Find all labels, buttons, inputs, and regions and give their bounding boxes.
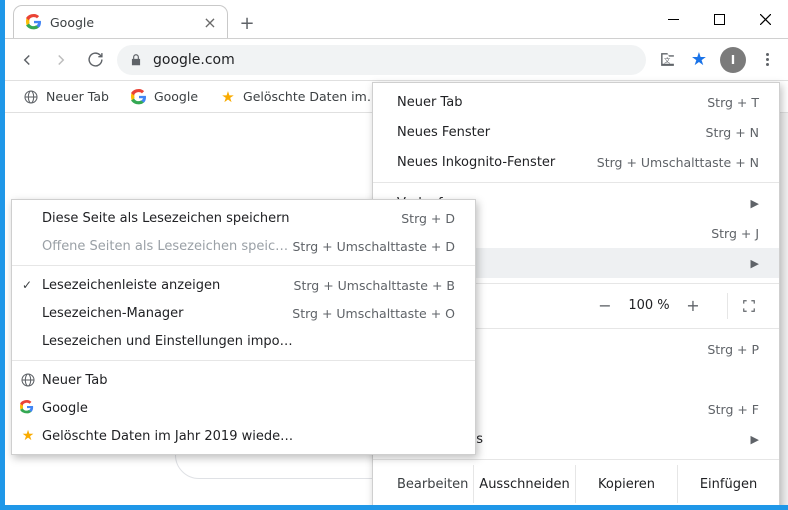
tab-strip: Google × +	[5, 0, 262, 38]
menu-edit-row: Bearbeiten Ausschneiden Kopieren Einfüge…	[373, 465, 779, 503]
star-icon: ★	[220, 89, 236, 105]
edit-cut-button[interactable]: Ausschneiden	[473, 465, 575, 503]
window-controls	[650, 0, 788, 38]
nav-reload-button[interactable]	[79, 44, 111, 76]
menu-new-incognito[interactable]: Neues Inkognito-Fenster Strg + Umschaltt…	[373, 147, 779, 177]
bookmark-label: Google	[154, 89, 198, 104]
bookmark-label: Gelöschte Daten im…	[243, 89, 379, 104]
submenu-recent-item[interactable]: Neuer Tab	[12, 366, 475, 394]
new-tab-button[interactable]: +	[232, 8, 262, 38]
submenu-recent-item[interactable]: Google	[12, 394, 475, 422]
chevron-right-icon: ▶	[751, 197, 759, 210]
zoom-value: 100 %	[623, 298, 675, 313]
profile-avatar[interactable]: I	[720, 47, 746, 73]
nav-back-button[interactable]	[11, 44, 43, 76]
window-minimize-button[interactable]	[650, 0, 696, 38]
bookmarks-submenu: Diese Seite als Lesezeichen speichern St…	[11, 199, 476, 455]
url-bar[interactable]: google.com	[117, 45, 646, 75]
svg-text:文: 文	[663, 55, 670, 64]
bookmark-label: Neuer Tab	[46, 89, 109, 104]
google-icon	[131, 89, 147, 105]
menu-new-window[interactable]: Neues Fenster Strg + N	[373, 117, 779, 147]
fullscreen-button[interactable]	[727, 293, 769, 319]
edit-label: Bearbeiten	[373, 465, 473, 503]
zoom-out-button[interactable]: −	[587, 296, 623, 315]
bookmark-item[interactable]: Google	[121, 85, 208, 109]
main-menu-button[interactable]	[752, 45, 782, 75]
check-icon: ✓	[20, 278, 34, 292]
lock-icon	[129, 53, 143, 67]
zoom-in-button[interactable]: +	[675, 296, 711, 315]
submenu-show-bar[interactable]: ✓ Lesezeichenleiste anzeigen Strg + Umsc…	[12, 271, 475, 299]
url-text: google.com	[153, 52, 235, 68]
submenu-bookmark-manager[interactable]: Lesezeichen-Manager Strg + Umschalttaste…	[12, 299, 475, 327]
browser-window: Google × +	[0, 0, 788, 510]
nav-forward-button[interactable]	[45, 44, 77, 76]
avatar-initial: I	[731, 53, 735, 67]
window-maximize-button[interactable]	[696, 0, 742, 38]
chevron-right-icon: ▶	[751, 257, 759, 270]
bookmark-item[interactable]: Neuer Tab	[13, 85, 119, 109]
google-icon	[20, 400, 36, 416]
google-favicon	[26, 14, 42, 30]
translate-icon[interactable]: 文	[652, 45, 682, 75]
submenu-bookmark-all: Offene Seiten als Lesezeichen speich… St…	[12, 232, 475, 260]
window-close-button[interactable]	[742, 0, 788, 38]
edit-copy-button[interactable]: Kopieren	[575, 465, 677, 503]
window-titlebar: Google × +	[5, 0, 788, 39]
kebab-icon	[766, 53, 769, 66]
menu-separator	[373, 459, 779, 460]
url-toolbar: google.com 文 ★ I	[5, 39, 788, 81]
submenu-import[interactable]: Lesezeichen und Einstellungen impo…	[12, 327, 475, 355]
menu-separator	[12, 360, 475, 361]
menu-separator	[12, 265, 475, 266]
tab-close-icon[interactable]: ×	[201, 13, 219, 32]
chevron-right-icon: ▶	[751, 433, 759, 446]
tab-title: Google	[50, 15, 193, 30]
submenu-bookmark-page[interactable]: Diese Seite als Lesezeichen speichern St…	[12, 204, 475, 232]
submenu-recent-item[interactable]: ★ Gelöschte Daten im Jahr 2019 wiede…	[12, 422, 475, 450]
menu-new-tab[interactable]: Neuer Tab Strg + T	[373, 87, 779, 117]
globe-icon	[23, 89, 39, 105]
menu-separator	[373, 508, 779, 509]
bookmark-item[interactable]: ★ Gelöschte Daten im…	[210, 85, 389, 109]
browser-tab[interactable]: Google ×	[13, 5, 228, 38]
edit-paste-button[interactable]: Einfügen	[677, 465, 779, 503]
globe-icon	[20, 372, 36, 388]
star-icon: ★	[20, 428, 36, 444]
menu-separator	[373, 182, 779, 183]
bookmark-star-icon[interactable]: ★	[684, 45, 714, 75]
